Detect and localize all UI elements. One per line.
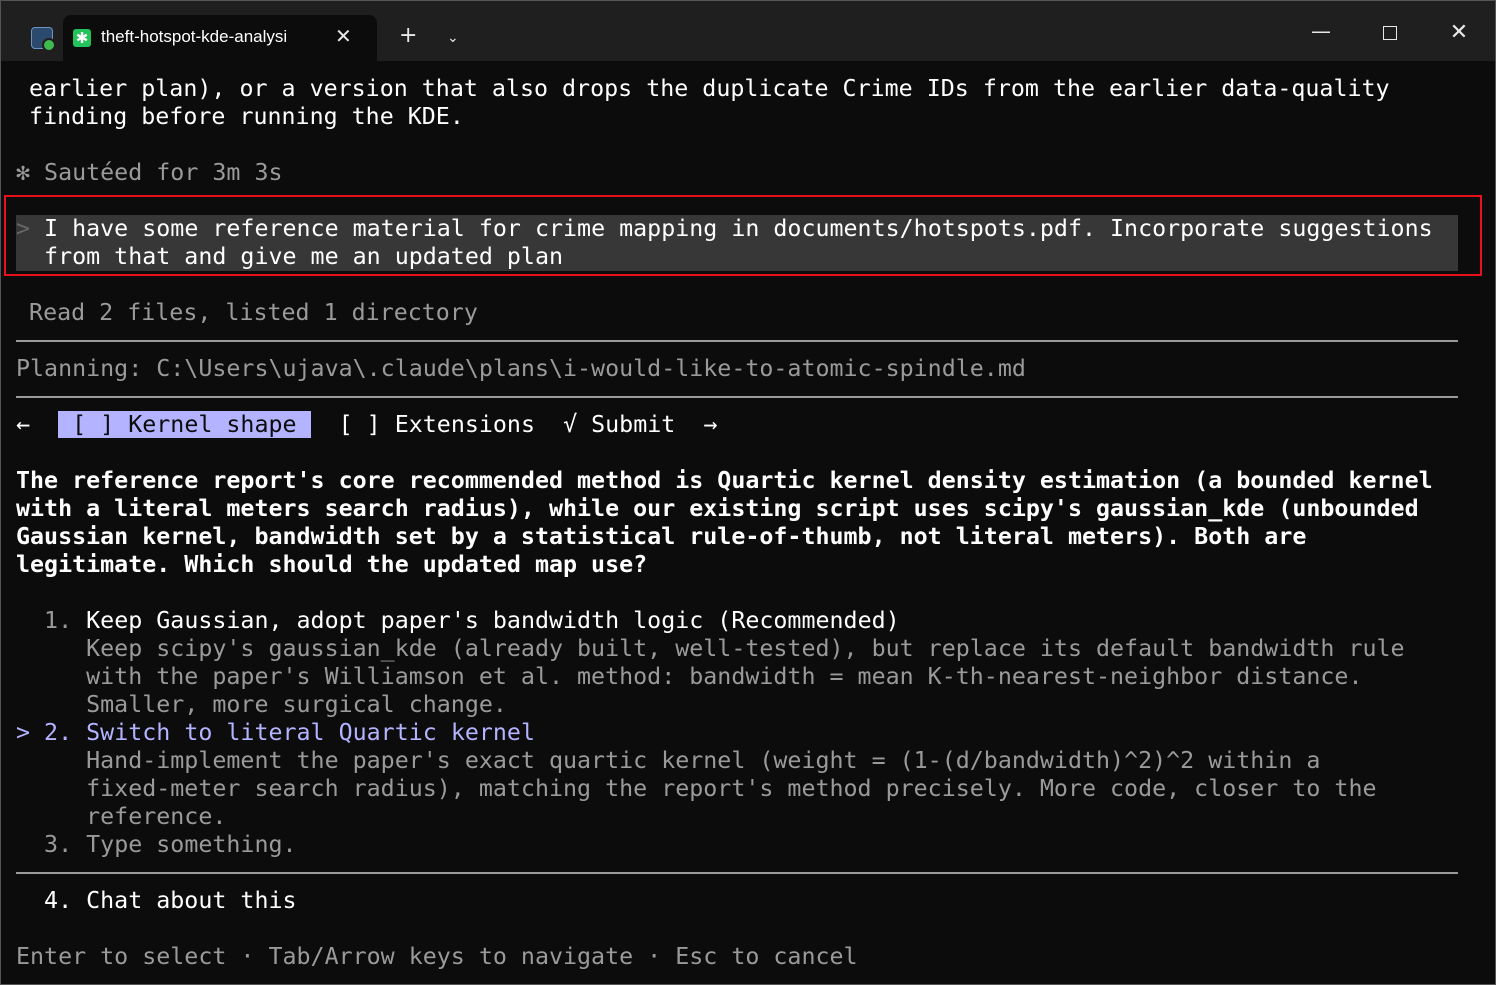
option-3[interactable]: 3. Type something. [16,831,297,859]
question-text: legitimate. Which should the updated map… [16,551,648,578]
option-label: Keep Gaussian, adopt paper's bandwidth l… [86,607,900,634]
option-description: Hand-implement the paper's exact quartic… [16,747,1321,774]
terminal-window: ✱ theft-hotspot-kde-analysi ✕ + ⌄ — ✕ ea… [0,0,1496,985]
option-description: Smaller, more surgical change. [16,691,507,718]
option-1[interactable]: 1. Keep Gaussian, adopt paper's bandwidt… [16,607,900,635]
option-4-chat[interactable]: 4. Chat about this [16,887,296,915]
asterisk-icon: ✻ [16,159,31,186]
arrow-left-icon[interactable]: ← [16,411,30,438]
planning-path: Planning: C:\Users\ujava\.claude\plans\i… [16,355,1026,382]
tab-kernel-shape[interactable]: [ ] Kernel shape [58,411,311,438]
option-description: with the paper's Williamson et al. metho… [16,663,1363,690]
option-description: Keep scipy's gaussian_kde (already built… [16,635,1405,662]
option-label: Switch to literal Quartic kernel [86,719,535,746]
question-nav: ← [ ] Kernel shape [ ] Extensions √ Subm… [16,411,717,439]
question-text: with a literal meters search radius), wh… [16,495,1419,522]
option-description: fixed-meter search radius), matching the… [16,775,1377,802]
option-label: Type something. [86,831,297,858]
terminal-content[interactable]: earlier plan), or a version that also dr… [1,1,1495,984]
highlight-annotation-box [4,195,1482,276]
option-description: reference. [16,803,227,830]
question-text: The reference report's core recommended … [16,467,1433,494]
tab-submit[interactable]: √ Submit [563,411,675,438]
arrow-right-icon[interactable]: → [703,411,717,438]
tab-extensions[interactable]: [ ] Extensions [339,411,535,438]
question-text: Gaussian kernel, bandwidth set by a stat… [16,523,1307,550]
divider [16,872,1458,874]
status-text: Sautéed for 3m 3s [30,159,283,186]
tool-summary: Read 2 files, listed 1 directory [1,299,478,326]
footer-hint: Enter to select · Tab/Arrow keys to navi… [16,943,858,970]
divider [16,396,1458,398]
option-number: > 2. [16,719,87,746]
divider [16,340,1458,342]
previous-output-line: finding before running the KDE. [1,103,464,130]
option-2-selected[interactable]: > 2. Switch to literal Quartic kernel [16,719,535,747]
previous-output-line: earlier plan), or a version that also dr… [1,75,1390,102]
status-line: ✻ Sautéed for 3m 3s [16,159,283,187]
option-number: 3. [16,831,87,858]
option-number: 1. [16,607,87,634]
